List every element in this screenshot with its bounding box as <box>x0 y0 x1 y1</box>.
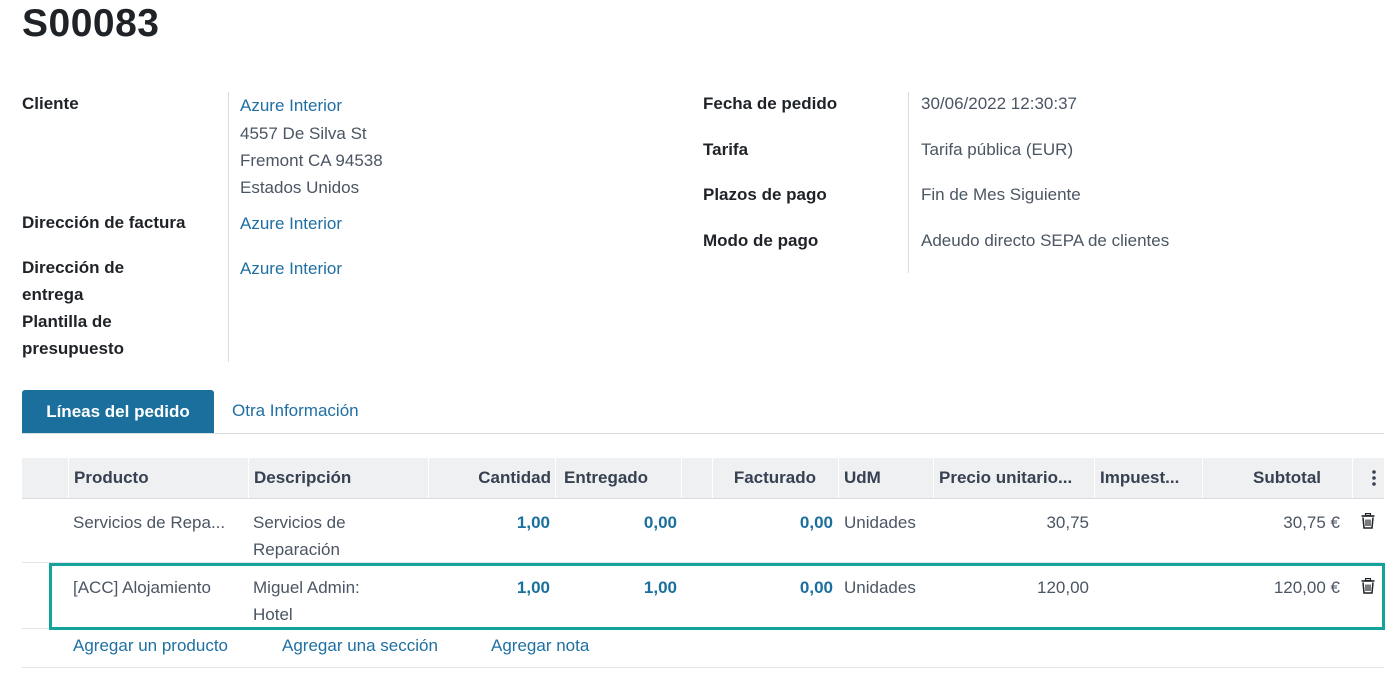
delivery-address-label-line1: Dirección de <box>22 258 125 277</box>
row-description-line1[interactable]: Servicios de <box>253 509 346 536</box>
column-separator <box>1352 458 1353 498</box>
row-quantity[interactable]: 1,00 <box>434 574 550 601</box>
order-lines-header: Producto Descripción Cantidad Entregado … <box>22 458 1384 499</box>
customer-address-street: 4557 De Silva St <box>240 124 367 143</box>
column-header-subtotal[interactable]: Subtotal <box>1208 458 1321 498</box>
payment-terms-label: Plazos de pago <box>703 185 827 204</box>
column-separator <box>1094 458 1095 498</box>
table-bottom-border <box>22 667 1384 668</box>
row-unit-price[interactable]: 30,75 <box>939 509 1089 536</box>
column-header-uom[interactable]: UdM <box>844 458 929 498</box>
payment-mode-value[interactable]: Adeudo directo SEPA de clientes <box>921 227 1169 254</box>
invoice-address-link[interactable]: Azure Interior <box>240 210 342 237</box>
row-uom[interactable]: Unidades <box>844 509 916 536</box>
customer-address-country: Estados Unidos <box>240 178 360 197</box>
add-note-link[interactable]: Agregar nota <box>491 636 589 656</box>
column-header-invoiced[interactable]: Facturado <box>712 458 816 498</box>
payment-terms-value[interactable]: Fin de Mes Siguiente <box>921 181 1081 208</box>
table-row[interactable]: Servicios de Repa... Servicios de Repara… <box>22 499 1384 563</box>
row-product[interactable]: Servicios de Repa... <box>73 509 243 536</box>
payment-mode-label: Modo de pago <box>703 231 819 250</box>
order-title: S00083 <box>22 2 160 45</box>
pricelist-label: Tarifa <box>703 140 749 159</box>
row-uom[interactable]: Unidades <box>844 574 916 601</box>
quote-template-label-line2: presupuesto <box>22 339 125 358</box>
row-description-line1[interactable]: Miguel Admin: <box>253 574 360 601</box>
row-unit-price[interactable]: 120,00 <box>939 574 1089 601</box>
column-separator <box>681 458 682 498</box>
column-separator <box>933 458 934 498</box>
row-subtotal: 120,00 € <box>1273 578 1340 597</box>
add-section-link[interactable]: Agregar una sección <box>282 636 438 656</box>
trash-icon[interactable] <box>1361 512 1375 529</box>
add-product-link[interactable]: Agregar un producto <box>73 636 228 656</box>
row-product[interactable]: [ACC] Alojamiento <box>73 574 248 601</box>
tabs-underline <box>22 433 1384 434</box>
order-date-value[interactable]: 30/06/2022 12:30:37 <box>921 90 1077 117</box>
tab-other-info[interactable]: Otra Información <box>232 401 359 421</box>
trash-icon[interactable] <box>1361 577 1375 594</box>
pricelist-value[interactable]: Tarifa pública (EUR) <box>921 136 1073 163</box>
table-row[interactable]: [ACC] Alojamiento Miguel Admin: Hotel 1,… <box>22 564 1384 629</box>
column-header-product[interactable]: Producto <box>74 458 244 498</box>
customer-address-city: Fremont CA 94538 <box>240 151 383 170</box>
invoice-address-label: Dirección de factura <box>22 213 186 232</box>
row-subtotal: 30,75 € <box>1283 513 1340 532</box>
row-invoiced[interactable]: 0,00 <box>712 509 833 536</box>
customer-link[interactable]: Azure Interior <box>240 92 342 119</box>
delivery-address-label-line2: entrega <box>22 285 84 304</box>
row-delivered[interactable]: 1,00 <box>562 574 677 601</box>
row-quantity[interactable]: 1,00 <box>434 509 550 536</box>
customer-label: Cliente <box>22 94 79 113</box>
row-delivered[interactable]: 0,00 <box>562 509 677 536</box>
row-description-line2[interactable]: Reparación <box>253 536 340 563</box>
column-separator <box>248 458 249 498</box>
tab-order-lines[interactable]: Líneas del pedido <box>22 390 214 433</box>
column-header-unit-price[interactable]: Precio unitario... <box>939 458 1091 498</box>
column-separator <box>1202 458 1203 498</box>
vertical-dots-icon[interactable] <box>1366 458 1382 498</box>
left-group-divider <box>228 92 229 362</box>
column-separator <box>555 458 556 498</box>
column-header-description[interactable]: Descripción <box>254 458 424 498</box>
right-group-divider <box>908 92 909 273</box>
order-date-label: Fecha de pedido <box>703 94 838 113</box>
row-invoiced[interactable]: 0,00 <box>712 574 833 601</box>
delivery-address-link[interactable]: Azure Interior <box>240 255 342 282</box>
quote-template-label-line1: Plantilla de <box>22 312 112 331</box>
column-header-taxes[interactable]: Impuest... <box>1100 458 1200 498</box>
column-header-quantity[interactable]: Cantidad <box>434 458 551 498</box>
column-separator <box>68 458 69 498</box>
column-separator <box>838 458 839 498</box>
column-header-delivered[interactable]: Entregado <box>564 458 674 498</box>
column-separator <box>428 458 429 498</box>
row-description-line2[interactable]: Hotel <box>253 601 293 628</box>
